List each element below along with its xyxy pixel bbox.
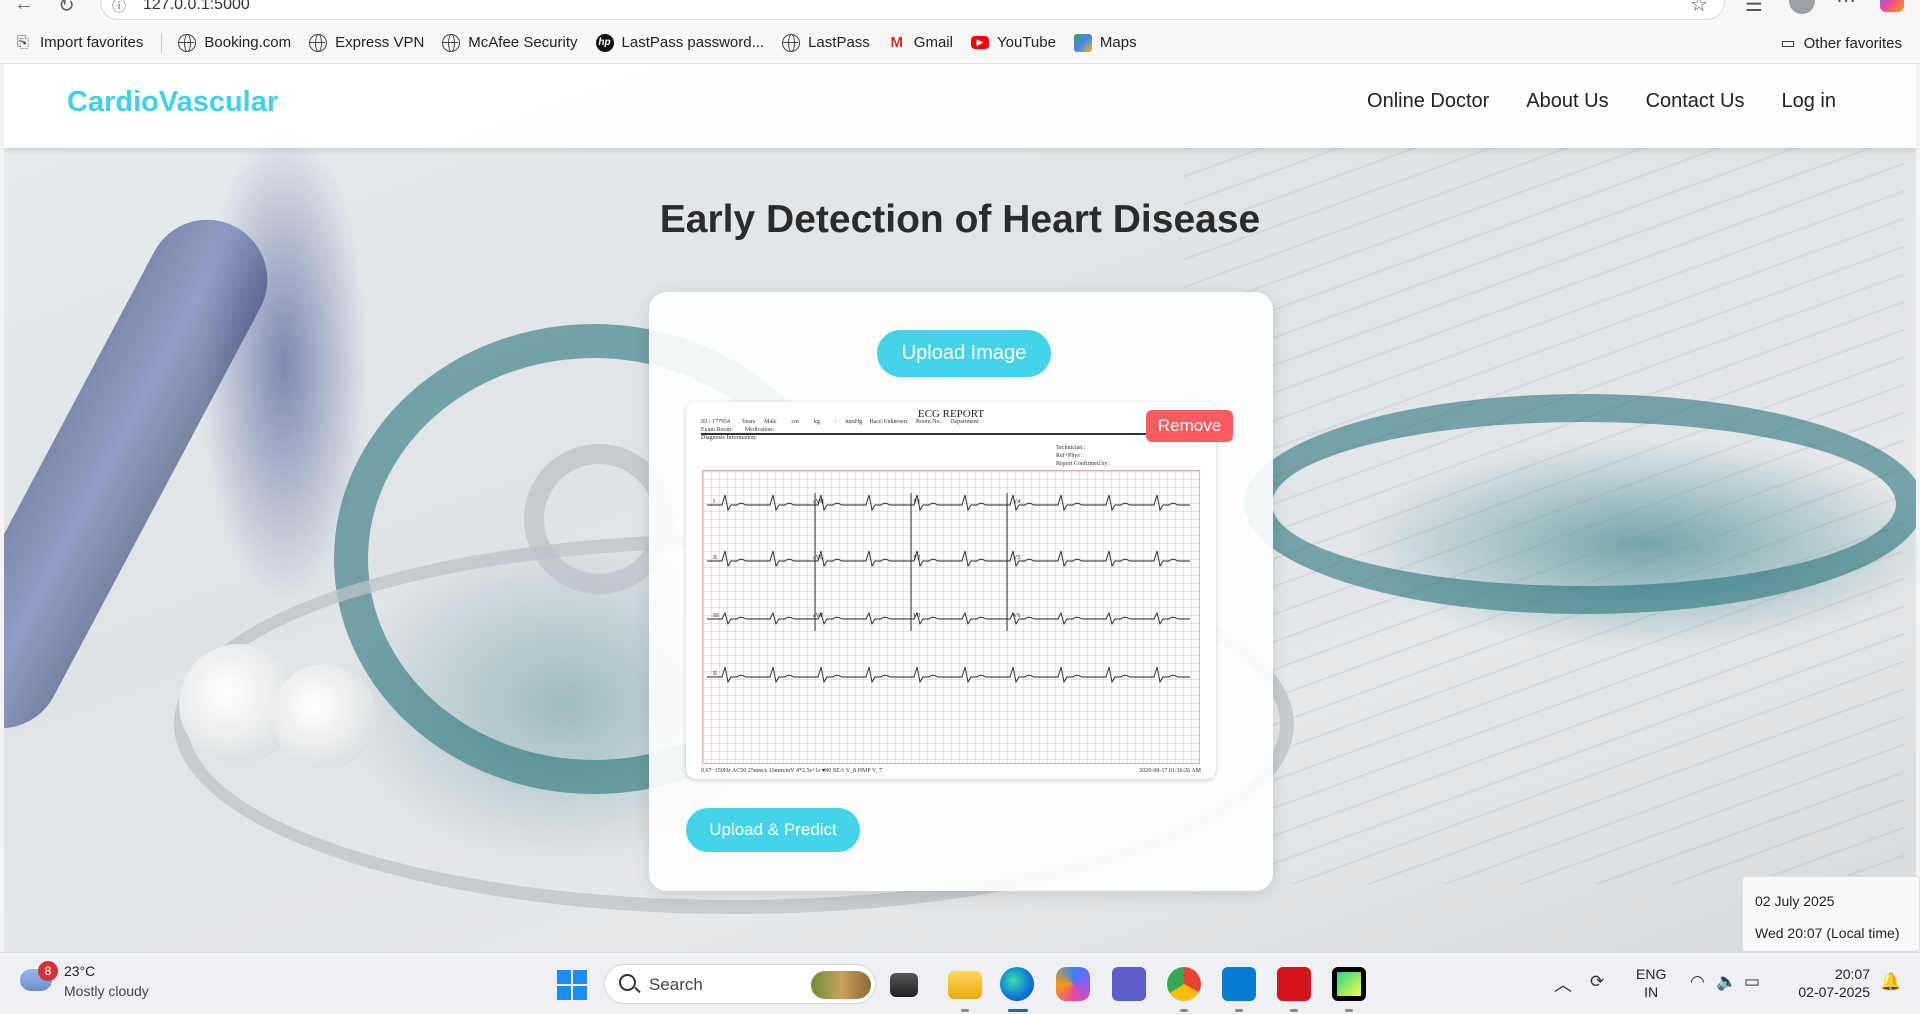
chevron-up-icon[interactable]: ︿: [1554, 971, 1572, 997]
back-icon[interactable]: ←: [14, 0, 34, 16]
reload-icon[interactable]: ↻: [58, 0, 75, 18]
ecg-grid: IaVR V1 V4 II aVL V2 V5 III aVF V3 V6 II: [702, 470, 1200, 764]
ecg-trace: [707, 666, 1190, 684]
ecg-lead-label: V3: [913, 613, 920, 619]
battery-icon[interactable]: ▭: [1744, 972, 1760, 992]
ecg-lead-label: II: [713, 671, 717, 677]
taskbar-search[interactable]: Search: [604, 964, 876, 1004]
ecg-lead-label: II: [713, 555, 717, 561]
brand-logo[interactable]: CardioVascular: [67, 86, 278, 119]
bookmark-gmail[interactable]: M Gmail: [888, 34, 953, 52]
nav-links: Online Doctor About Us Contact Us Log in: [1330, 90, 1836, 113]
chrome-icon[interactable]: [1167, 967, 1201, 1001]
youtube-icon: ▶: [970, 36, 989, 49]
weather-temp: 23°C: [64, 963, 96, 979]
site-info-icon[interactable]: ⓘ: [112, 0, 126, 16]
acrobat-icon[interactable]: [1277, 967, 1311, 1001]
bookmark-youtube[interactable]: ▶ YouTube: [970, 34, 1056, 51]
maps-icon: [1073, 33, 1092, 52]
ecg-traces: IaVR V1 V4II aVL V2 V5III aVF V3 V6II: [707, 493, 1190, 684]
weather-desc: Mostly cloudy: [64, 983, 149, 999]
ecg-header-rule: [701, 433, 1146, 435]
upload-card: Upload Image ECG REPORT ID : 177954 Year…: [649, 292, 1273, 891]
star-icon[interactable]: ☆: [1690, 0, 1708, 17]
nav-about-us[interactable]: About Us: [1526, 90, 1608, 113]
ecg-lead-label: V6: [1013, 613, 1020, 619]
upload-image-button[interactable]: Upload Image: [877, 330, 1051, 377]
tooltip-date: 02 July 2025: [1755, 893, 1835, 909]
bookmark-maps[interactable]: Maps: [1073, 33, 1137, 52]
ecg-trace: [707, 611, 1190, 626]
sync-icon[interactable]: ⟳: [1590, 972, 1604, 992]
gmail-icon: M: [890, 34, 904, 51]
teams-icon[interactable]: [1112, 967, 1146, 1001]
vscode-icon[interactable]: [1222, 967, 1256, 1001]
windows-taskbar: 8 23°C Mostly cloudy Search ︿ ⟳ ENG IN ◠ …: [0, 952, 1920, 1014]
globe-icon: [178, 33, 197, 52]
search-highlight-image: [811, 971, 871, 999]
ecg-footer: 0.67~150Hz AC50 25mm/s 10mm/mV 4*2.5s+1r…: [701, 768, 1201, 774]
ecg-lead-label: I: [713, 499, 715, 505]
volume-icon[interactable]: 🔈: [1716, 972, 1737, 992]
ecg-lead-label: V5: [1013, 555, 1020, 561]
weather-badge: 8: [38, 961, 58, 981]
page-background: CardioVascular Online Doctor About Us Co…: [4, 64, 1916, 952]
more-icon[interactable]: ⋯: [1836, 0, 1856, 13]
date-time-tooltip: 02 July 2025 Wed 20:07 (Local time): [1742, 876, 1920, 952]
taskbar-clock[interactable]: 20:07 02-07-2025: [1778, 965, 1870, 1001]
ecg-lead-label: V4: [1013, 499, 1020, 505]
bookmarks-bar: ⎘ Import favorites Booking.com Express VP…: [0, 22, 1920, 64]
ecg-lead-label: III: [713, 613, 719, 619]
bookmark-lastpass-password[interactable]: hp LastPass password...: [595, 33, 764, 52]
ecg-trace: [707, 550, 1190, 568]
page-title: Early Detection of Heart Disease: [659, 198, 1261, 241]
bookmark-separator: [161, 32, 163, 53]
bookmark-mcafee[interactable]: McAfee Security: [442, 33, 578, 52]
pycharm-icon[interactable]: [1332, 967, 1366, 1001]
bookmark-import-favorites[interactable]: ⎘ Import favorites: [14, 34, 143, 52]
import-icon: ⎘: [16, 34, 29, 51]
background-earpiece: [272, 664, 377, 769]
tooltip-time: Wed 20:07 (Local time): [1755, 925, 1900, 941]
task-view-icon[interactable]: [890, 973, 918, 997]
language-indicator[interactable]: ENG IN: [1636, 965, 1666, 1001]
background-stethoscope-tube: [1244, 394, 1916, 614]
nav-contact-us[interactable]: Contact Us: [1646, 90, 1745, 113]
ecg-technician-info: Technician : Ref+Phys : Report Confirmed…: [1056, 445, 1109, 467]
nav-log-in[interactable]: Log in: [1782, 90, 1837, 113]
copilot-icon[interactable]: [1880, 0, 1904, 12]
ecg-lead-label: V1: [913, 499, 920, 505]
globe-icon: [442, 33, 461, 52]
address-text[interactable]: 127.0.0.1:5000: [143, 0, 250, 14]
hp-icon: hp: [595, 33, 614, 52]
windows-start-icon[interactable]: [557, 970, 587, 1000]
ecg-lead-label: V2: [913, 555, 920, 561]
profile-avatar[interactable]: [1789, 0, 1815, 14]
bookmark-express-vpn[interactable]: Express VPN: [309, 33, 424, 52]
remove-image-button[interactable]: Remove: [1146, 410, 1233, 442]
bookmark-booking[interactable]: Booking.com: [178, 33, 291, 52]
ecg-trace: [707, 494, 1190, 512]
ecg-image-preview: ECG REPORT ID : 177954 Years Male cm kg …: [686, 402, 1216, 779]
bookmark-lastpass[interactable]: LastPass: [782, 33, 870, 52]
file-explorer-icon[interactable]: [948, 971, 982, 999]
wifi-icon[interactable]: ◠: [1690, 972, 1705, 992]
globe-icon: [782, 33, 801, 52]
nav-online-doctor[interactable]: Online Doctor: [1367, 90, 1489, 113]
search-icon: [619, 974, 636, 991]
folder-icon: ▭: [1780, 35, 1796, 52]
globe-icon: [309, 33, 328, 52]
upload-predict-button[interactable]: Upload & Predict: [686, 808, 860, 852]
edge-icon[interactable]: [1000, 967, 1034, 1001]
site-navbar: CardioVascular Online Doctor About Us Co…: [4, 64, 1916, 148]
favorites-icon[interactable]: ☰: [1745, 0, 1763, 17]
browser-toolbar: ← ↻ ⓘ 127.0.0.1:5000 ☆ ☰ ⋯: [0, 0, 1920, 22]
copilot-app-icon[interactable]: [1056, 967, 1090, 1001]
other-favorites[interactable]: ▭ Other favorites: [1781, 22, 1903, 64]
ecg-header-info: ID : 177954 Years Male cm kg / mmHg Race…: [701, 419, 981, 441]
notification-icon[interactable]: 🔔: [1880, 972, 1901, 992]
address-bar[interactable]: [100, 0, 1725, 20]
